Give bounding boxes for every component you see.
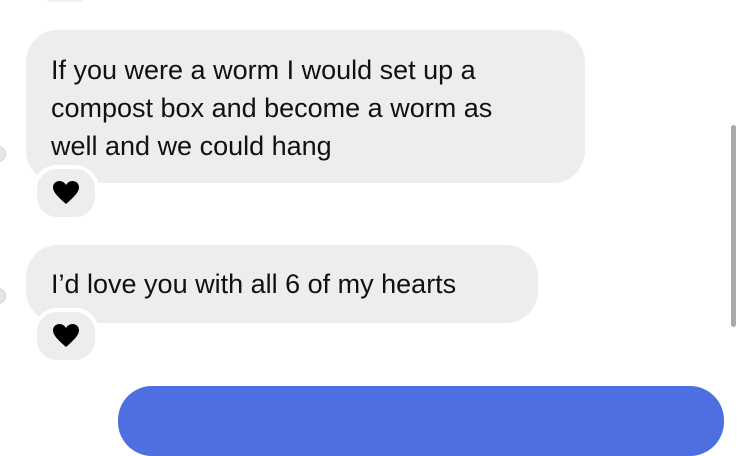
sender-avatar xyxy=(0,288,6,304)
message-reaction[interactable] xyxy=(33,165,99,221)
message-text-line: I’d love you with all 6 of my hearts xyxy=(51,269,457,299)
scrollbar[interactable] xyxy=(731,125,736,327)
black-heart-icon xyxy=(53,181,79,204)
message-text-line: If you were a worm I would set up a xyxy=(51,55,476,85)
message-text-line: well and we could hang xyxy=(51,131,332,161)
sender-avatar xyxy=(0,146,6,162)
previous-reaction-partial xyxy=(45,0,85,2)
message-text-line: compost box and become a worm as xyxy=(51,93,493,123)
message-reaction[interactable] xyxy=(33,308,99,364)
incoming-message-bubble[interactable]: If you were a worm I would set up a comp… xyxy=(26,30,585,183)
incoming-message-bubble[interactable]: I’d love you with all 6 of my hearts xyxy=(26,245,538,323)
outgoing-message-bubble[interactable] xyxy=(118,386,724,456)
black-heart-icon xyxy=(53,324,79,347)
message-thread: If you were a worm I would set up a comp… xyxy=(0,0,742,456)
